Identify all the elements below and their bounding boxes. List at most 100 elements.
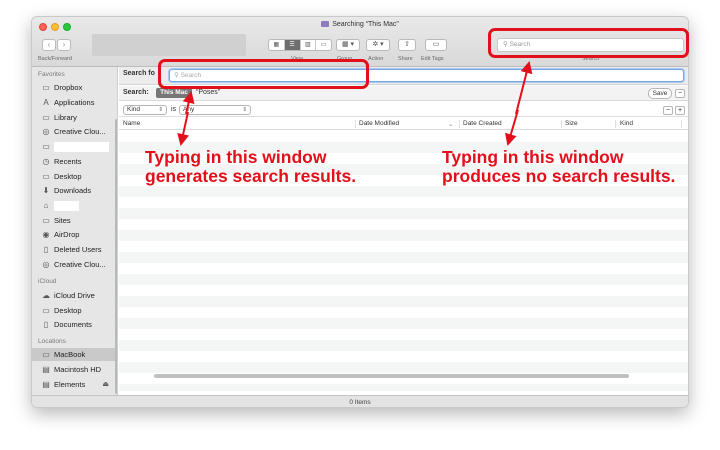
- redacted-label: [54, 142, 109, 153]
- criteria-value-popup[interactable]: Any ⇕: [179, 105, 251, 115]
- add-criteria-button[interactable]: +: [675, 106, 685, 115]
- icon-view-icon[interactable]: ▦: [269, 40, 285, 50]
- desktop-icon: ▭: [42, 172, 50, 181]
- column-separator[interactable]: [355, 120, 356, 128]
- sidebar-item-creative-cloud[interactable]: ◎ Creative Clou...: [32, 125, 117, 138]
- action-button[interactable]: ✲ ▾: [366, 39, 390, 51]
- disk-icon: ▤: [42, 380, 50, 389]
- criteria-attribute-popup[interactable]: Kind ⇕: [123, 105, 167, 115]
- criteria-attribute-value: Kind: [127, 106, 141, 113]
- save-search-button[interactable]: Save: [648, 88, 672, 99]
- popup-arrows-icon: ⇕: [242, 107, 247, 113]
- sidebar-item-downloads[interactable]: ⬇ Downloads: [32, 184, 117, 197]
- column-separator[interactable]: [615, 120, 616, 128]
- sidebar-item-desktop[interactable]: ▭ Desktop: [32, 170, 117, 183]
- sidebar-item-library[interactable]: ▭ Library: [32, 111, 117, 124]
- sidebar-item-label: Dropbox: [54, 83, 83, 92]
- sidebar-item-macintosh-hd[interactable]: ▤ Macintosh HD: [32, 363, 117, 376]
- group-button[interactable]: ▦ ▾: [336, 39, 360, 51]
- column-header: Name Date Modified ⌄ Date Created Size K…: [119, 118, 688, 130]
- sidebar-item-label: Macintosh HD: [54, 365, 102, 374]
- sidebar-item-label: Deleted Users: [54, 245, 102, 254]
- sidebar-item-label: Creative Clou...: [54, 127, 106, 136]
- edit-tags-button[interactable]: ▭: [425, 39, 447, 51]
- locations-heading: Locations: [38, 338, 66, 345]
- icloud-heading: iCloud: [38, 278, 57, 285]
- recents-icon: ◷: [42, 157, 50, 166]
- creative-cloud-icon: ◎: [42, 260, 50, 269]
- eject-icon[interactable]: ⏏: [102, 378, 109, 391]
- column-view-icon[interactable]: ▥: [301, 40, 317, 50]
- sidebar-item-deleted-users[interactable]: ▯ Deleted Users: [32, 243, 117, 256]
- sidebar-item-elements[interactable]: ▤ Elements ⏏: [32, 378, 117, 391]
- sidebar-item-icloud-desktop[interactable]: ▭ Desktop: [32, 304, 117, 317]
- sidebar-item-airdrop[interactable]: ◉ AirDrop: [32, 228, 117, 241]
- applications-icon: A: [43, 98, 49, 107]
- column-name[interactable]: Name: [123, 120, 140, 127]
- back-button[interactable]: ‹: [42, 39, 56, 51]
- desktop-icon: ▭: [42, 306, 50, 315]
- sidebar-item-icloud-drive[interactable]: ☁ iCloud Drive: [32, 289, 117, 302]
- sidebar-item-applications[interactable]: A Applications: [32, 96, 117, 109]
- folder-icon: ▭: [42, 113, 50, 122]
- documents-icon: ▯: [43, 320, 49, 329]
- sidebar-scrollbar[interactable]: [115, 119, 117, 394]
- forward-button[interactable]: ›: [57, 39, 71, 51]
- sidebar-item-macbook[interactable]: ▭ MacBook: [32, 348, 117, 361]
- disk-icon: ▤: [42, 365, 50, 374]
- column-date-modified[interactable]: Date Modified: [359, 120, 399, 127]
- sidebar-item-recents[interactable]: ◷ Recents: [32, 155, 117, 168]
- group-icon: ▦ ▾: [341, 41, 355, 48]
- column-size[interactable]: Size: [565, 120, 578, 127]
- search-results-pane: Search fo ⚲ Search Search: This Mac “Pos…: [119, 67, 688, 395]
- view-mode-control[interactable]: ▦ ☰ ▥ ▭: [268, 39, 332, 51]
- popup-arrows-icon: ⇕: [158, 107, 163, 113]
- folder-icon: ▭: [42, 216, 50, 225]
- search-for-label: Search fo: [123, 70, 155, 77]
- gallery-view-icon[interactable]: ▭: [316, 40, 331, 50]
- sidebar-item-documents[interactable]: ▯ Documents: [32, 318, 117, 331]
- column-separator[interactable]: [561, 120, 562, 128]
- laptop-icon: ▭: [42, 350, 50, 359]
- sidebar-item-label: iCloud Drive: [54, 291, 95, 300]
- list-view-icon[interactable]: ☰: [284, 40, 301, 50]
- annotation-left-line1: Typing in this window: [145, 147, 327, 167]
- scope-this-mac-button[interactable]: This Mac: [156, 88, 192, 98]
- favorites-heading: Favorites: [38, 71, 65, 78]
- column-separator[interactable]: [459, 120, 460, 128]
- sidebar-item-dropbox[interactable]: ▭ Dropbox: [32, 81, 117, 94]
- criteria-operator: is: [171, 106, 177, 113]
- horizontal-scrollbar[interactable]: [154, 374, 629, 378]
- remove-scope-button[interactable]: −: [675, 89, 685, 98]
- sidebar-item-label: Documents: [54, 320, 92, 329]
- gear-icon: ✲ ▾: [372, 41, 384, 48]
- remove-criteria-button[interactable]: −: [663, 106, 673, 115]
- sidebar-item-label: MacBook: [54, 350, 86, 359]
- sidebar: Favorites ▭ Dropbox A Applications ▭ Librar…: [32, 67, 118, 395]
- share-button[interactable]: ⇧: [398, 39, 416, 51]
- sidebar-item-redacted-folder[interactable]: ▭: [32, 140, 117, 153]
- sidebar-item-label: Downloads: [54, 186, 92, 195]
- sidebar-item-sites[interactable]: ▭ Sites: [32, 214, 117, 227]
- edit-tags-label: Edit Tags: [421, 56, 444, 62]
- sidebar-item-label: Elements: [54, 380, 86, 389]
- criteria-value-text: Any: [183, 106, 195, 113]
- sidebar-item-label: Applications: [54, 98, 95, 107]
- creative-cloud-icon: ◎: [42, 127, 50, 136]
- sidebar-item-label: Library: [54, 113, 77, 122]
- share-icon: ⇧: [404, 41, 410, 48]
- sidebar-item-label: Desktop: [54, 172, 82, 181]
- column-separator[interactable]: [681, 120, 682, 128]
- search-scope-label: Search:: [123, 89, 149, 96]
- action-label: Action: [368, 56, 384, 62]
- sidebar-item-label: Creative Clou...: [54, 260, 106, 269]
- column-date-created[interactable]: Date Created: [463, 120, 502, 127]
- annotation-right-line2: produces no search results.: [442, 166, 676, 186]
- sidebar-item-home[interactable]: ⌂: [32, 199, 117, 212]
- sidebar-item-label: AirDrop: [54, 230, 80, 239]
- column-kind[interactable]: Kind: [620, 120, 633, 127]
- sidebar-item-creative-cloud-2[interactable]: ◎ Creative Clou...: [32, 258, 117, 271]
- home-icon: ⌂: [43, 201, 49, 210]
- scope-poses-button[interactable]: “Poses”: [196, 88, 220, 98]
- redacted-label: [54, 201, 79, 212]
